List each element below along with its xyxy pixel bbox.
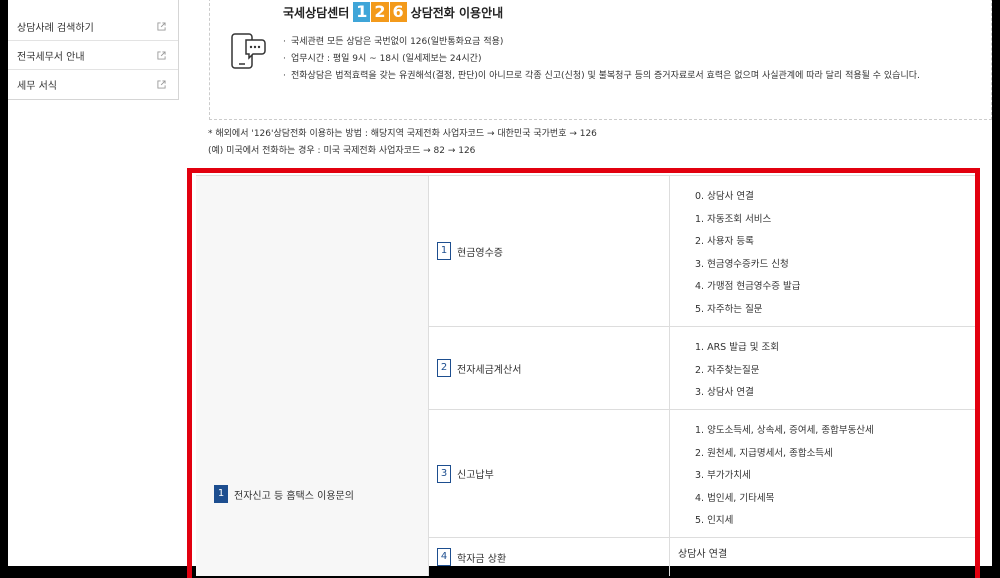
note-line: * 해외에서 '126'상담전화 이용하는 방법 : 해당지역 국제전화 사업자…: [208, 129, 597, 139]
external-link-icon: [157, 50, 166, 60]
external-link-icon: [157, 80, 166, 89]
digit: 2: [371, 2, 389, 22]
sidebar-item-case-search[interactable]: 상담사례 검색하기: [8, 0, 178, 41]
sidebar-item-label: 전국세무서 안내: [17, 51, 85, 63]
number-126-logo: 1 2 6: [353, 2, 407, 22]
overseas-notes: * 해외에서 '126'상담전화 이용하는 방법 : 해당지역 국제전화 사업자…: [208, 126, 597, 160]
phone-chat-icon: [231, 33, 266, 69]
info-bullet: 전화상담은 법적효력을 갖는 유권해석(결정, 판단)이 아니므로 각종 신고(…: [283, 68, 973, 85]
sidebar: 상담사례 검색하기 전국세무서 안내 세무 서식: [8, 0, 179, 100]
info-title-prefix: 국세상담센터: [283, 5, 350, 20]
sidebar-item-tax-office[interactable]: 전국세무서 안내: [8, 41, 178, 70]
info-title-suffix: 상담전화 이용안내: [410, 5, 504, 20]
info-bullet: 업무시간 : 평일 9시 ~ 18시 (일세제보는 24시간): [283, 51, 973, 68]
note-line: (예) 미국에서 전화하는 경우 : 미국 국제전화 사업자코드 → 82 → …: [208, 146, 476, 156]
sidebar-item-tax-forms[interactable]: 세무 서식: [8, 70, 178, 99]
external-link-icon: [157, 21, 166, 31]
info-box: 국세상담센터 1 2 6 상담전화 이용안내 국세관련 모든 상담은 국번없이 …: [209, 0, 992, 120]
digit: 6: [389, 2, 407, 22]
info-bullet: 국세관련 모든 상담은 국번없이 126(일반통화요금 적용): [283, 34, 973, 51]
info-list: 국세관련 모든 상담은 국번없이 126(일반통화요금 적용) 업무시간 : 평…: [283, 34, 973, 85]
info-title: 국세상담센터 1 2 6 상담전화 이용안내: [283, 2, 503, 22]
sidebar-item-label: 상담사례 검색하기: [17, 22, 94, 34]
digit: 1: [353, 2, 371, 22]
sidebar-item-label: 세무 서식: [17, 81, 57, 92]
highlight-box: [187, 168, 980, 578]
